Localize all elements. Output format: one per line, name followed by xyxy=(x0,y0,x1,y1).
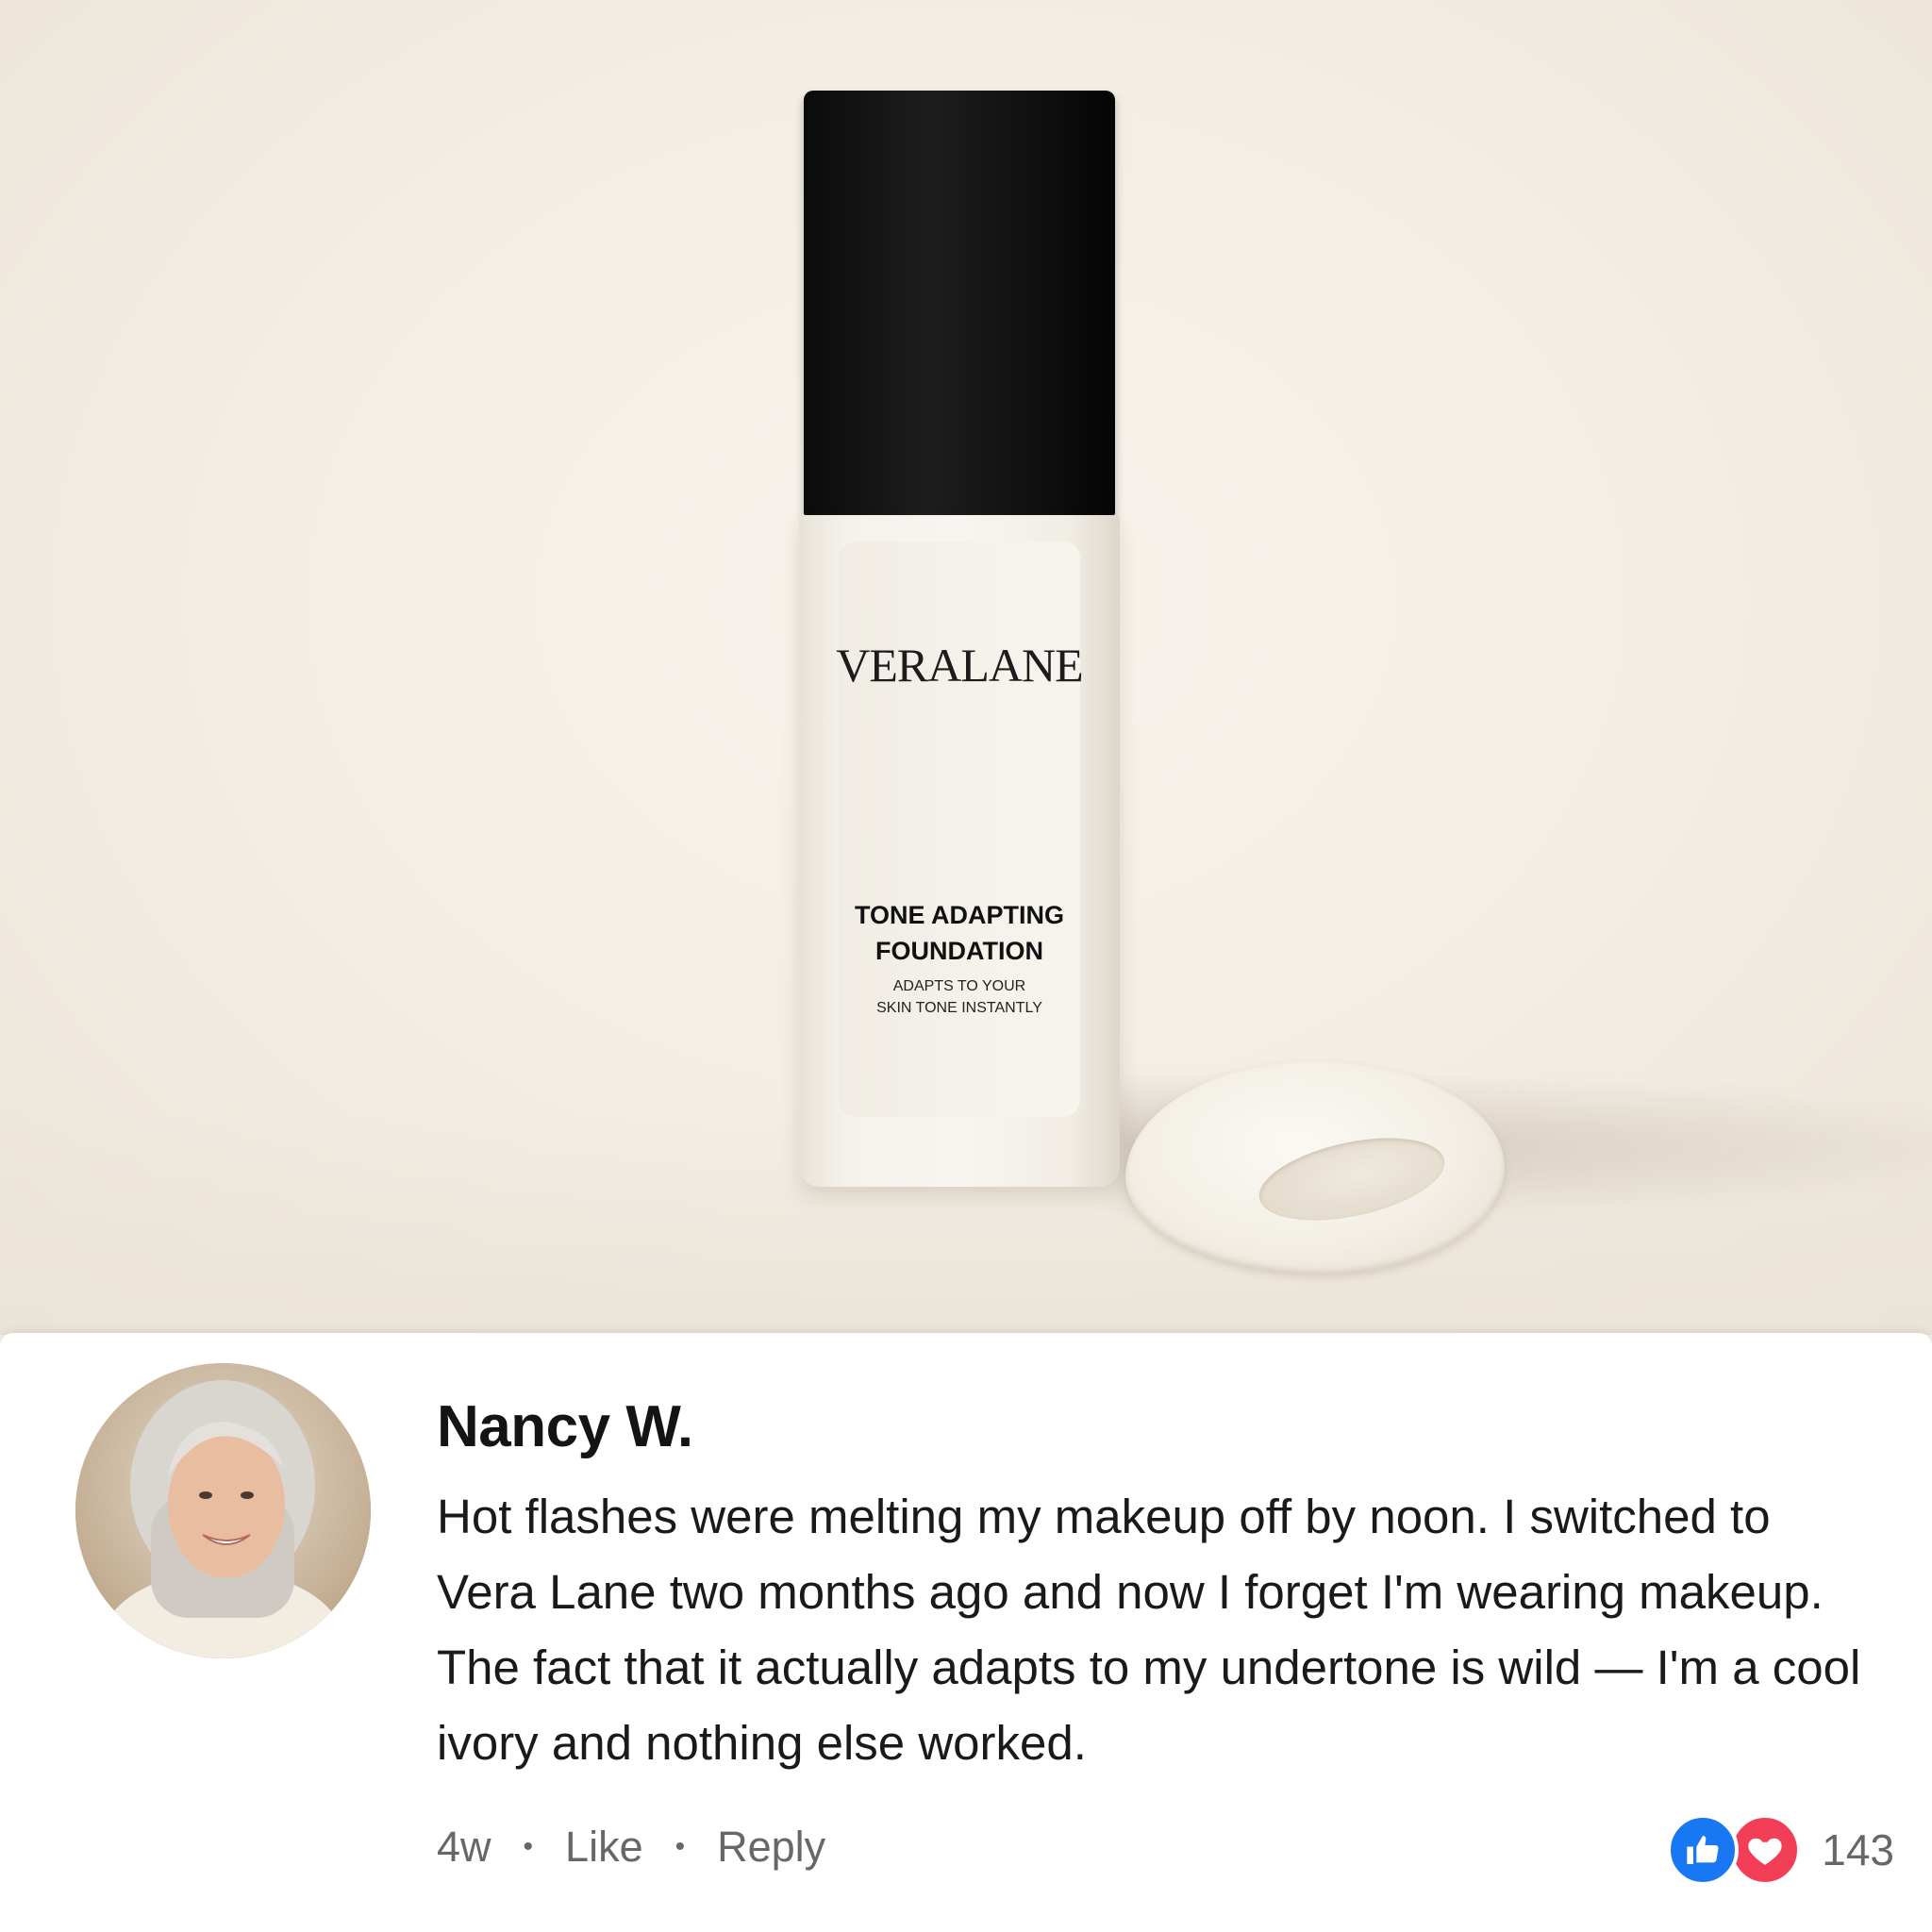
like-icon xyxy=(1667,1814,1740,1886)
comment-author[interactable]: Nancy W. xyxy=(437,1393,693,1460)
brand-logo: VERALANE xyxy=(836,639,1083,691)
product-tagline: ADAPTS TO YOUR SKIN TONE INSTANTLY xyxy=(799,975,1120,1019)
comment-actions: 4w • Like • Reply xyxy=(437,1819,825,1875)
product-photo: VERALANE TONE ADAPTING FOUNDATION ADAPTS… xyxy=(0,0,1932,1335)
comment-timestamp[interactable]: 4w xyxy=(437,1823,491,1872)
reaction-summary[interactable]: 143 xyxy=(1667,1814,1894,1886)
avatar-portrait xyxy=(75,1363,371,1658)
bottle-body xyxy=(799,515,1120,1187)
avatar[interactable] xyxy=(75,1363,371,1658)
reaction-count: 143 xyxy=(1822,1825,1894,1874)
product-name: TONE ADAPTING FOUNDATION xyxy=(799,897,1120,969)
separator-dot: • xyxy=(523,1831,534,1862)
comment-text: Hot flashes were melting my makeup off b… xyxy=(437,1490,1861,1770)
like-button[interactable]: Like xyxy=(565,1823,643,1872)
product-name-line2: FOUNDATION xyxy=(875,937,1043,965)
foundation-bottle: VERALANE TONE ADAPTING FOUNDATION ADAPTS… xyxy=(799,91,1120,1190)
heart-icon xyxy=(1729,1814,1802,1886)
product-tagline-line2: SKIN TONE INSTANTLY xyxy=(876,1000,1042,1016)
product-name-line1: TONE ADAPTING xyxy=(854,901,1064,929)
separator-dot: • xyxy=(675,1831,686,1862)
comment-card: Nancy W. Hot flashes were melting my mak… xyxy=(0,1333,1932,1932)
product-tagline-line1: ADAPTS TO YOUR xyxy=(892,978,1026,994)
bottle-cap xyxy=(804,91,1115,515)
reply-button[interactable]: Reply xyxy=(717,1823,825,1872)
